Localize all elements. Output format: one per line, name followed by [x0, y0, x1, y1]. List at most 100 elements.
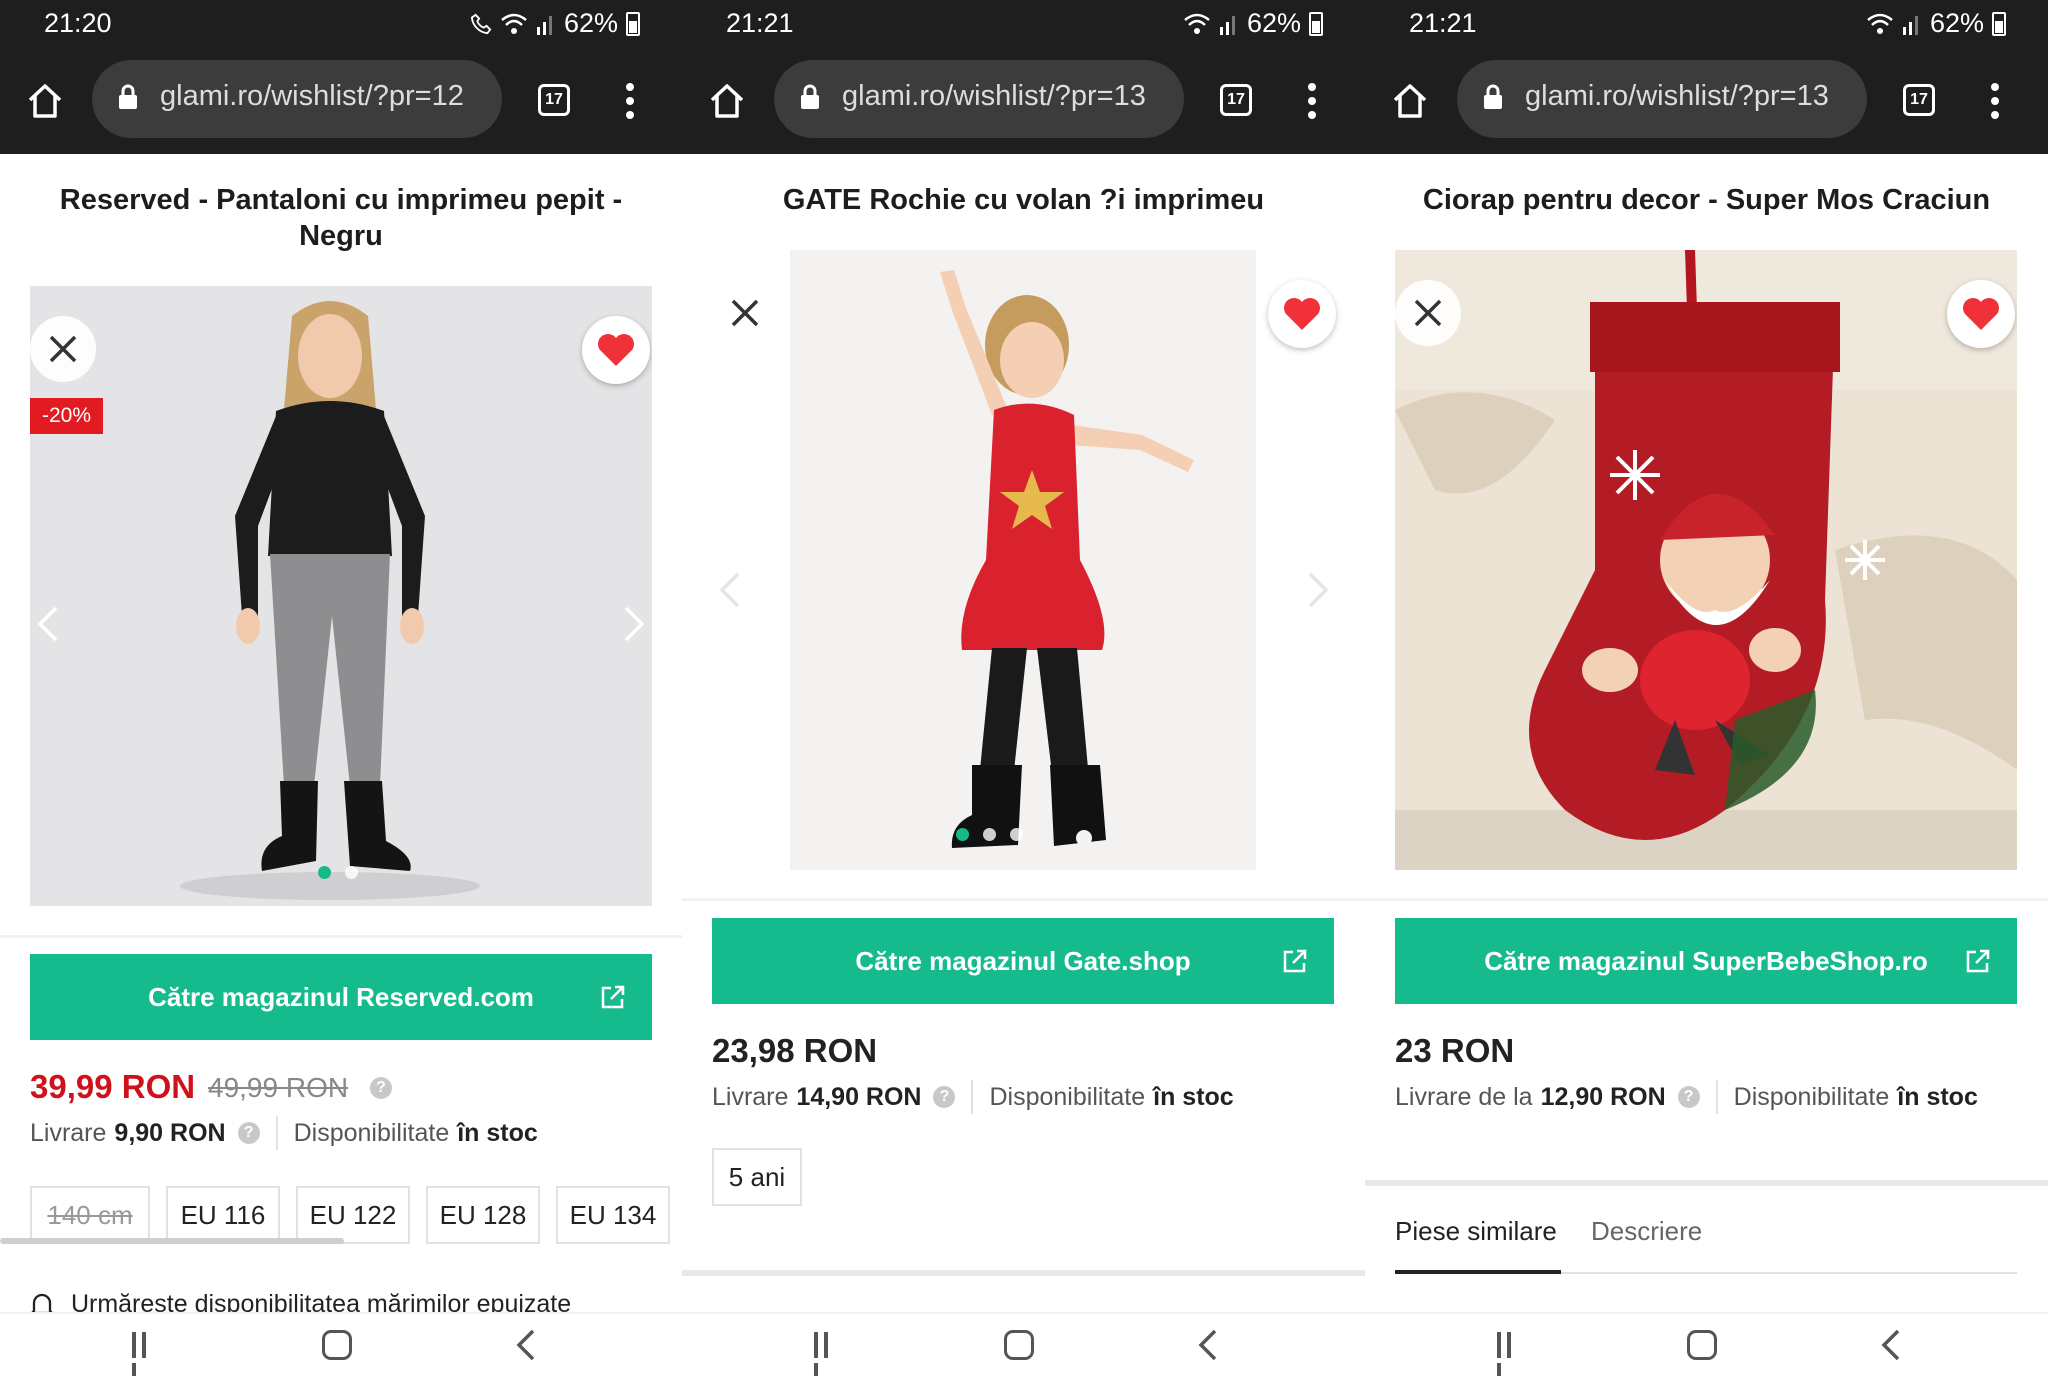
size-chip[interactable]: EU 128 [426, 1186, 540, 1244]
wifi-icon [501, 13, 527, 34]
screen-3: 21:21 62% glami.ro/wishlist/?pr=13 17 Ci… [1365, 0, 2048, 1376]
heart-icon [1963, 298, 1999, 330]
chevron-right-icon[interactable] [1306, 570, 1330, 610]
status-right: 62% [470, 8, 640, 39]
status-bar: 21:21 62% [682, 0, 1365, 46]
nav-back-icon[interactable] [516, 1328, 536, 1362]
carousel-dots [318, 866, 358, 879]
home-icon[interactable] [26, 82, 64, 120]
system-nav-bar [1365, 1312, 2048, 1376]
nav-home-icon[interactable] [1004, 1330, 1034, 1360]
recent-apps-icon[interactable] [132, 1332, 160, 1376]
address-bar[interactable]: glami.ro/wishlist/?pr=13 [1457, 60, 1867, 138]
delivery-value: 12,90 RON [1540, 1082, 1666, 1111]
tab-similar[interactable]: Piese similare [1395, 1216, 1557, 1247]
lock-icon [119, 84, 137, 109]
go-to-shop-button[interactable]: Către magazinul SuperBebeShop.ro [1395, 918, 2017, 1004]
price: 23,98 RON [712, 1032, 878, 1069]
sizes-scrollbar[interactable] [0, 1238, 344, 1244]
divider [682, 898, 1365, 901]
price-help-icon[interactable]: ? [370, 1077, 392, 1099]
size-chip[interactable]: EU 122 [296, 1186, 410, 1244]
delivery-info: Livrare 14,90 RON ? Disponibilitate în s… [712, 1080, 1234, 1114]
delivery-help-icon[interactable]: ? [237, 1122, 260, 1144]
size-chip[interactable]: 5 ani [712, 1148, 802, 1206]
chevron-right-icon[interactable] [622, 604, 646, 644]
product-image[interactable] [682, 250, 1365, 870]
home-icon[interactable] [708, 82, 746, 120]
battery-icon [1309, 11, 1323, 36]
delivery-help-icon[interactable]: ? [1677, 1086, 1700, 1108]
menu-icon[interactable] [1985, 80, 2005, 120]
shop-button-label: Către magazinul SuperBebeShop.ro [1484, 945, 1928, 976]
product-title: Reserved - Pantaloni cu imprimeu pepit -… [59, 184, 623, 252]
recent-apps-icon[interactable] [814, 1332, 842, 1376]
active-tab-indicator [1395, 1270, 1561, 1274]
signal-icon [1219, 15, 1235, 35]
battery-icon [626, 11, 640, 36]
browser-toolbar: glami.ro/wishlist/?pr=13 17 [682, 46, 1365, 154]
product-image[interactable]: -20% [30, 286, 652, 906]
delivery-help-icon[interactable]: ? [933, 1086, 956, 1108]
go-to-shop-button[interactable]: Către magazinul Gate.shop [712, 918, 1334, 1004]
availability-value: în stoc [457, 1118, 538, 1147]
signal-icon [1902, 15, 1918, 35]
wishlist-button[interactable] [582, 316, 650, 384]
url-text: glami.ro/wishlist/?pr=13 [1525, 80, 1829, 112]
status-time: 21:20 [44, 8, 112, 38]
remove-button[interactable] [712, 280, 778, 346]
chevron-left-icon[interactable] [36, 604, 60, 644]
wishlist-button[interactable] [1268, 280, 1336, 348]
price: 23 RON [1395, 1032, 1515, 1069]
menu-icon[interactable] [1302, 80, 1322, 120]
url-text: glami.ro/wishlist/?pr=13 [842, 80, 1146, 112]
menu-icon[interactable] [620, 80, 640, 120]
girl-illustration [30, 286, 652, 906]
battery-percent: 62% [563, 8, 618, 38]
size-chip[interactable]: EU 116 [166, 1186, 280, 1244]
delivery-info: Livrare 9,90 RON ? Disponibilitate în st… [30, 1116, 538, 1150]
divider [1365, 898, 2048, 901]
status-right: 62% [1866, 8, 2006, 39]
chevron-left-icon[interactable] [718, 570, 742, 610]
tab-description[interactable]: Descriere [1591, 1216, 1702, 1247]
browser-toolbar: glami.ro/wishlist/?pr=12 17 [0, 46, 682, 154]
nav-back-icon[interactable] [1198, 1328, 1218, 1362]
screen-2: 21:21 62% glami.ro/wishlist/?pr=13 17 GA… [682, 0, 1365, 1376]
nav-back-icon[interactable] [1881, 1328, 1901, 1362]
delivery-value: 14,90 RON [796, 1082, 922, 1111]
delivery-info: Livrare de la 12,90 RON ? Disponibilitat… [1395, 1080, 1978, 1114]
address-bar[interactable]: glami.ro/wishlist/?pr=13 [774, 60, 1184, 138]
availability-value: în stoc [1897, 1082, 1978, 1111]
remove-button[interactable] [1395, 280, 1461, 346]
wishlist-button[interactable] [1947, 280, 2015, 348]
close-icon [49, 335, 77, 363]
christmas-stocking-illustration [1395, 250, 2017, 870]
remove-button[interactable] [30, 316, 96, 382]
tabs-icon[interactable]: 17 [1220, 84, 1252, 116]
phone-icon [470, 13, 492, 34]
product-image[interactable] [1395, 250, 2017, 870]
availability-value: în stoc [1153, 1082, 1234, 1111]
product-title: Ciorap pentru decor - Super Mos Craciun [1422, 184, 1991, 216]
availability-label: Disponibilitate [293, 1118, 450, 1147]
size-chip[interactable]: EU 134 [556, 1186, 670, 1244]
wifi-icon [1867, 13, 1893, 34]
status-right: 62% [1183, 8, 1323, 39]
tabs-icon[interactable]: 17 [538, 84, 570, 116]
shop-button-label: Către magazinul Reserved.com [148, 981, 534, 1012]
size-chip[interactable]: 140 cm [30, 1186, 150, 1244]
address-bar[interactable]: glami.ro/wishlist/?pr=12 [92, 60, 502, 138]
go-to-shop-button[interactable]: Către magazinul Reserved.com [30, 954, 652, 1040]
price: 39,99 RON [30, 1068, 196, 1105]
availability-label: Disponibilitate [989, 1082, 1146, 1111]
home-icon[interactable] [1391, 82, 1429, 120]
shop-button-label: Către magazinul Gate.shop [855, 945, 1191, 976]
nav-home-icon[interactable] [322, 1330, 352, 1360]
nav-home-icon[interactable] [1687, 1330, 1717, 1360]
recent-apps-icon[interactable] [1497, 1332, 1525, 1376]
product-title: GATE Rochie cu volan ?i imprimeu [782, 184, 1265, 216]
tabs-icon[interactable]: 17 [1903, 84, 1935, 116]
tabs-divider [1561, 1272, 2017, 1274]
discount-badge: -20% [30, 398, 104, 434]
